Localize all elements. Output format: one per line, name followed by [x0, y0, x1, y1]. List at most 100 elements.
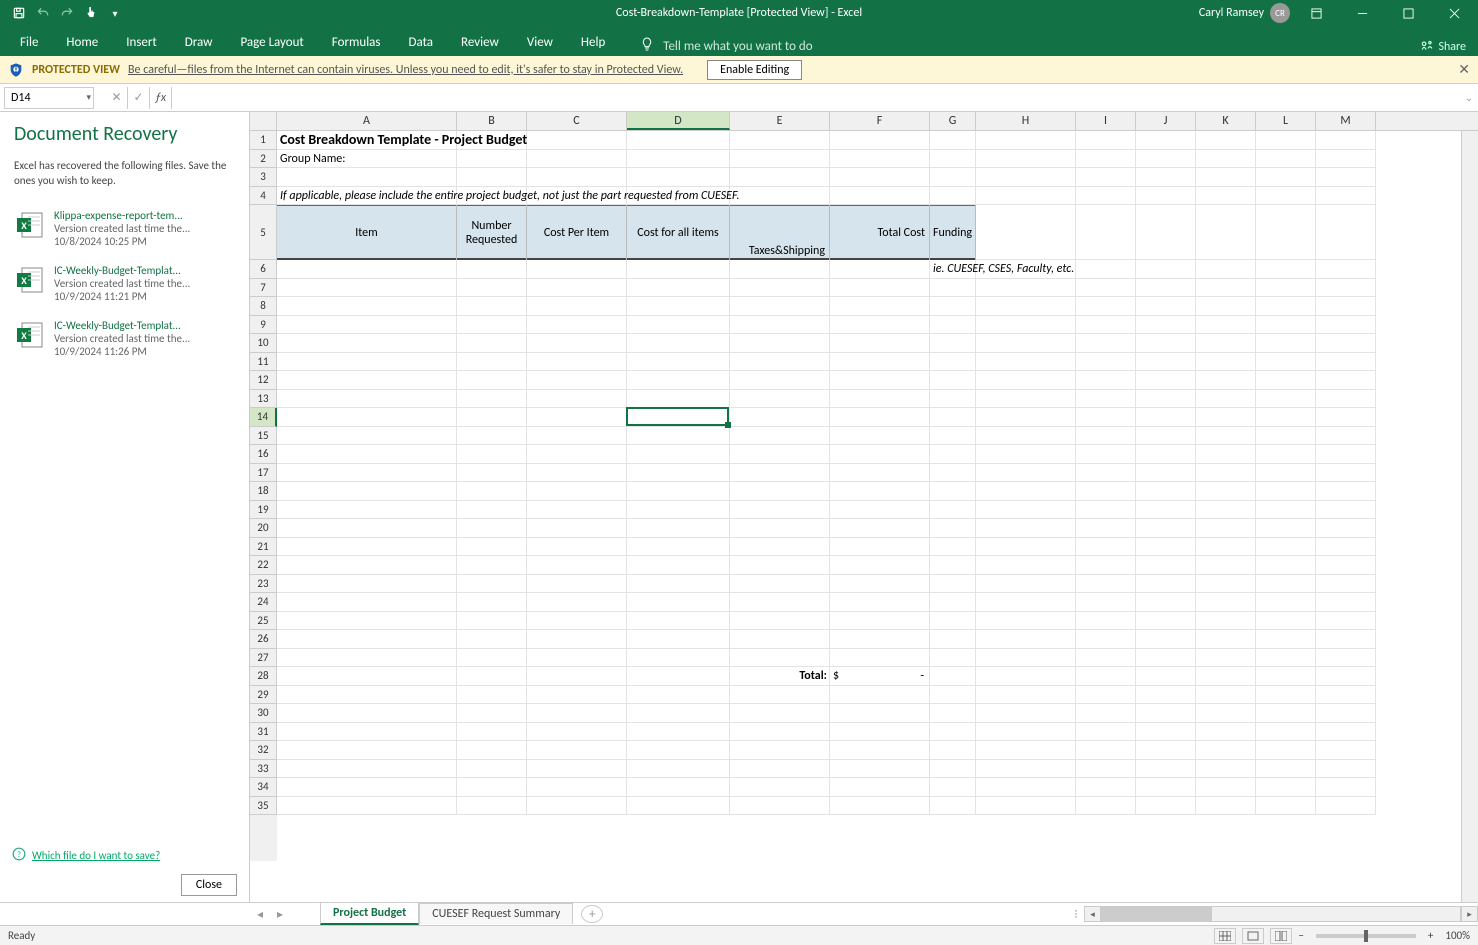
cell[interactable] [527, 612, 627, 631]
cell[interactable] [1076, 686, 1136, 705]
cell[interactable] [1316, 649, 1376, 668]
cell[interactable] [976, 593, 1076, 612]
cell[interactable] [976, 390, 1076, 409]
cell[interactable] [976, 168, 1076, 187]
add-sheet-button[interactable]: + [581, 905, 603, 923]
cell[interactable] [527, 464, 627, 483]
cell[interactable] [730, 408, 830, 427]
cell[interactable] [830, 575, 930, 594]
cell[interactable] [1256, 168, 1316, 187]
cell[interactable] [1136, 760, 1196, 779]
cell[interactable] [1196, 575, 1256, 594]
cell[interactable] [1256, 150, 1316, 169]
tab-data[interactable]: Data [395, 29, 448, 56]
cell[interactable] [277, 427, 457, 446]
cell[interactable] [1076, 593, 1136, 612]
cell[interactable] [457, 353, 527, 372]
vertical-scrollbar[interactable] [1461, 131, 1478, 902]
cell[interactable] [1196, 316, 1256, 335]
cell[interactable] [1136, 704, 1196, 723]
cell[interactable] [627, 538, 730, 557]
cell[interactable] [527, 704, 627, 723]
cell[interactable] [976, 150, 1076, 169]
cell[interactable] [1076, 538, 1136, 557]
row-header-3[interactable]: 3 [250, 168, 277, 187]
cell[interactable] [627, 482, 730, 501]
cell[interactable] [1316, 464, 1376, 483]
cell[interactable] [277, 686, 457, 705]
cell[interactable] [457, 371, 527, 390]
tab-scroll-left[interactable]: ◂ [250, 907, 270, 922]
cell[interactable] [976, 556, 1076, 575]
cell[interactable] [1136, 538, 1196, 557]
column-header-K[interactable]: K [1196, 112, 1256, 130]
formula-input[interactable] [172, 87, 1460, 109]
cell-content[interactable]: Total: [730, 667, 830, 686]
cell[interactable] [1256, 408, 1316, 427]
cell[interactable] [930, 279, 976, 298]
cell[interactable] [1196, 408, 1256, 427]
cell[interactable] [976, 575, 1076, 594]
cell[interactable] [1136, 630, 1196, 649]
row-header-21[interactable]: 21 [250, 538, 277, 557]
cell[interactable] [930, 482, 976, 501]
cell[interactable] [730, 797, 830, 816]
cell[interactable] [527, 334, 627, 353]
cell[interactable] [830, 464, 930, 483]
cell[interactable] [730, 649, 830, 668]
row-header-25[interactable]: 25 [250, 612, 277, 631]
cell[interactable] [1256, 260, 1316, 279]
cell[interactable] [1316, 741, 1376, 760]
row-header-27[interactable]: 27 [250, 649, 277, 668]
row-header-26[interactable]: 26 [250, 630, 277, 649]
cell[interactable] [930, 150, 976, 169]
cell[interactable] [1076, 464, 1136, 483]
customize-qat-button[interactable]: ▾ [104, 2, 126, 24]
cell[interactable] [1136, 741, 1196, 760]
column-header-F[interactable]: F [830, 112, 930, 130]
cell[interactable] [730, 316, 830, 335]
cell[interactable] [1316, 427, 1376, 446]
cell[interactable] [1076, 704, 1136, 723]
cell[interactable] [730, 741, 830, 760]
row-header-13[interactable]: 13 [250, 390, 277, 409]
cell[interactable] [1196, 519, 1256, 538]
cell[interactable] [730, 593, 830, 612]
table-header-cell[interactable]: Item [277, 205, 457, 260]
cell[interactable] [730, 353, 830, 372]
tab-home[interactable]: Home [52, 29, 112, 56]
cell[interactable] [830, 593, 930, 612]
cell[interactable] [457, 667, 527, 686]
cell[interactable] [1136, 150, 1196, 169]
cell[interactable] [1136, 723, 1196, 742]
cancel-formula-button[interactable]: ✕ [106, 87, 128, 109]
cell[interactable] [277, 390, 457, 409]
cell[interactable] [1196, 371, 1256, 390]
cell[interactable] [1196, 187, 1256, 206]
cell[interactable] [730, 390, 830, 409]
cell[interactable] [527, 445, 627, 464]
cell[interactable] [1316, 538, 1376, 557]
cell[interactable] [1316, 168, 1376, 187]
cell[interactable] [1256, 445, 1316, 464]
cell[interactable] [1256, 575, 1316, 594]
cell[interactable] [627, 168, 730, 187]
cell[interactable] [976, 427, 1076, 446]
tell-me-search[interactable]: Tell me what you want to do [639, 36, 812, 56]
cell[interactable] [1256, 538, 1316, 557]
cell[interactable] [1316, 334, 1376, 353]
cell[interactable] [1316, 408, 1376, 427]
row-header-10[interactable]: 10 [250, 334, 277, 353]
cell[interactable] [277, 556, 457, 575]
column-header-C[interactable]: C [527, 112, 627, 130]
tab-formulas[interactable]: Formulas [318, 29, 395, 56]
row-header-31[interactable]: 31 [250, 723, 277, 742]
cell[interactable] [976, 667, 1076, 686]
cell[interactable] [1316, 482, 1376, 501]
cell[interactable] [830, 704, 930, 723]
cell[interactable] [1196, 630, 1256, 649]
cell[interactable] [1316, 778, 1376, 797]
which-file-link[interactable]: ? Which file do I want to save? [12, 847, 237, 864]
table-header-cell[interactable]: Funding [930, 205, 976, 260]
cell[interactable] [457, 519, 527, 538]
